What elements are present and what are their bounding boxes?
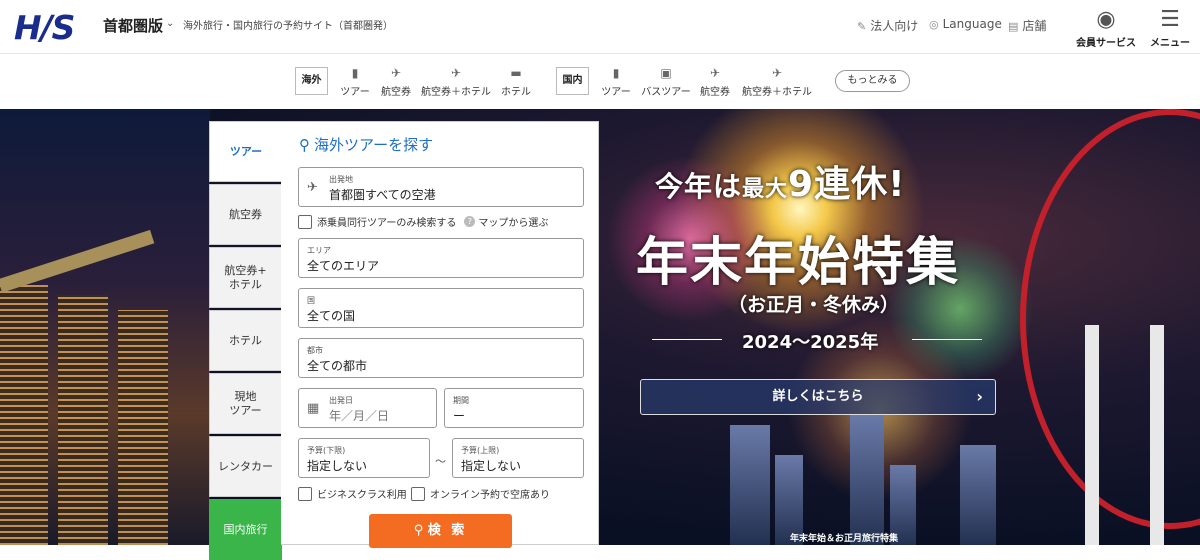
- promo-caption: 年末年始＆お正月旅行特集: [790, 534, 899, 544]
- escort-only-checkbox[interactable]: [298, 214, 312, 229]
- tour-search-panel: ⚲ 海外ツアーを探す ✈ 出発地 首都圏すべての空港 添乗員同行ツアーのみ検索する…: [281, 121, 599, 548]
- product-nav: 海外 ▮ ツアー ✈ 航空券 ✈ 航空券＋ホテル ▬ ホテル 国内 ▮ ツアー ▣ バスツア…: [0, 53, 1200, 109]
- flight-hotel-icon: ✈: [771, 66, 783, 80]
- city-building: [850, 415, 884, 545]
- search-button[interactable]: ⚲ 検 索: [369, 514, 512, 548]
- nav-overseas-flight[interactable]: ✈ 航空券: [378, 66, 414, 98]
- business-class-checkbox[interactable]: [298, 486, 312, 501]
- hamburger-icon: ☰: [1160, 7, 1180, 32]
- nav-overseas-flight-hotel[interactable]: ✈ 航空券＋ホテル: [420, 66, 492, 98]
- panel-title: ⚲ 海外ツアーを探す: [299, 136, 434, 154]
- corporate-link[interactable]: ✎ 法人向け: [857, 17, 918, 34]
- wheel-support: [1085, 325, 1099, 545]
- departure-field[interactable]: ✈ 出発地 首都圏すべての空港: [298, 167, 584, 207]
- corporate-icon: ✎: [857, 20, 867, 33]
- city-building: [960, 445, 996, 545]
- escort-only-checkbox-row: 添乗員同行ツアーのみ検索する ? マップから選ぶ: [298, 214, 548, 229]
- stores-link[interactable]: ▤ 店舗: [1008, 17, 1046, 34]
- overseas-tag: 海外: [295, 67, 328, 95]
- nav-domestic-tour[interactable]: ▮ ツアー: [599, 66, 633, 98]
- marina-bay-background: [0, 109, 210, 545]
- site-header: H/S 首都圏版 ⌄ 海外旅行・国内旅行の予約サイト（首都圏発） ✎ 法人向け ◎…: [0, 0, 1200, 53]
- business-class-checkbox-row: ビジネスクラス利用: [298, 486, 407, 501]
- airplane-icon: ✈: [709, 66, 721, 80]
- range-tilde: ～: [435, 455, 446, 468]
- bed-icon: ▬: [510, 66, 522, 80]
- hotel-tower: [58, 295, 108, 545]
- duration-select[interactable]: 期間 ー: [444, 388, 584, 428]
- store-icon: ▤: [1008, 20, 1019, 33]
- promo-details-button[interactable]: 詳しくはこちら ›: [640, 379, 996, 415]
- his-logo[interactable]: H/S: [14, 8, 75, 47]
- chevron-down-icon[interactable]: ⌄: [166, 18, 174, 29]
- site-description: 海外旅行・国内旅行の予約サイト（首都圏発）: [183, 21, 393, 32]
- tab-flight[interactable]: 航空券: [209, 184, 282, 245]
- wheel-support: [1150, 325, 1164, 545]
- city-select[interactable]: 都市 全ての都市: [298, 338, 584, 378]
- member-service-button[interactable]: ◉ 会員サービス: [1071, 7, 1141, 50]
- language-link[interactable]: ◎ Language: [929, 17, 1002, 31]
- tab-domestic-travel[interactable]: 国内旅行: [209, 499, 282, 560]
- city-building: [730, 425, 770, 545]
- airplane-icon: ✈: [390, 66, 402, 80]
- promo-divider: [652, 339, 722, 340]
- nav-domestic-bus-tour[interactable]: ▣ バスツアー: [640, 66, 692, 98]
- search-icon: ⚲: [299, 136, 310, 154]
- tab-tour[interactable]: ツアー: [209, 121, 282, 182]
- domestic-tag: 国内: [556, 67, 589, 95]
- ferris-wheel: [1020, 109, 1200, 529]
- user-icon: ◉: [1096, 7, 1116, 32]
- tab-flight-hotel[interactable]: 航空券+ ホテル: [209, 247, 282, 308]
- search-tabs: ツアー 航空券 航空券+ ホテル ホテル 現地 ツアー レンタカー 国内旅行: [209, 121, 282, 560]
- promo-headline: 今年は最大9連休!: [655, 164, 906, 205]
- more-button[interactable]: もっとみる: [835, 70, 910, 92]
- chevron-right-icon: ›: [976, 387, 983, 406]
- nav-domestic-flight[interactable]: ✈ 航空券: [697, 66, 733, 98]
- departure-date-field[interactable]: ▦ 出発日 年／月／日: [298, 388, 437, 428]
- map-select-link[interactable]: マップから選ぶ: [478, 214, 548, 229]
- promo-title: 年末年始特集: [636, 233, 961, 293]
- hero-banner[interactable]: [0, 109, 1200, 545]
- hotel-tower: [0, 285, 48, 545]
- country-select[interactable]: 国 全ての国: [298, 288, 584, 328]
- budget-max-select[interactable]: 予算(上限) 指定しない: [452, 438, 584, 478]
- online-available-checkbox-row: オンライン予約で空席あり: [411, 486, 550, 501]
- promo-divider: [912, 339, 982, 340]
- calendar-icon: ▦: [307, 401, 320, 416]
- nav-overseas-hotel[interactable]: ▬ ホテル: [499, 66, 533, 98]
- promo-years: 2024～2025年: [742, 332, 879, 353]
- tab-rental-car[interactable]: レンタカー: [209, 436, 282, 497]
- skypark: [0, 229, 155, 293]
- tab-local-tour[interactable]: 現地 ツアー: [209, 373, 282, 434]
- takeoff-icon: ✈: [307, 180, 318, 195]
- online-available-checkbox[interactable]: [411, 486, 425, 501]
- nav-overseas-tour[interactable]: ▮ ツアー: [338, 66, 372, 98]
- budget-min-select[interactable]: 予算(下限) 指定しない: [298, 438, 430, 478]
- suitcase-icon: ▮: [351, 66, 359, 80]
- bus-icon: ▣: [660, 66, 672, 80]
- tab-hotel[interactable]: ホテル: [209, 310, 282, 371]
- globe-icon: ◎: [929, 18, 939, 31]
- promo-subtitle: （お正月・冬休み）: [728, 294, 900, 316]
- help-icon[interactable]: ?: [464, 216, 476, 227]
- nav-domestic-flight-hotel[interactable]: ✈ 航空券＋ホテル: [741, 66, 813, 98]
- area-select[interactable]: エリア 全てのエリア: [298, 238, 584, 278]
- search-icon: ⚲: [413, 523, 428, 538]
- hotel-tower: [118, 310, 168, 545]
- menu-button[interactable]: ☰ メニュー: [1135, 7, 1200, 50]
- edition-selector[interactable]: 首都圏版: [103, 15, 163, 36]
- flight-hotel-icon: ✈: [450, 66, 462, 80]
- suitcase-icon: ▮: [612, 66, 620, 80]
